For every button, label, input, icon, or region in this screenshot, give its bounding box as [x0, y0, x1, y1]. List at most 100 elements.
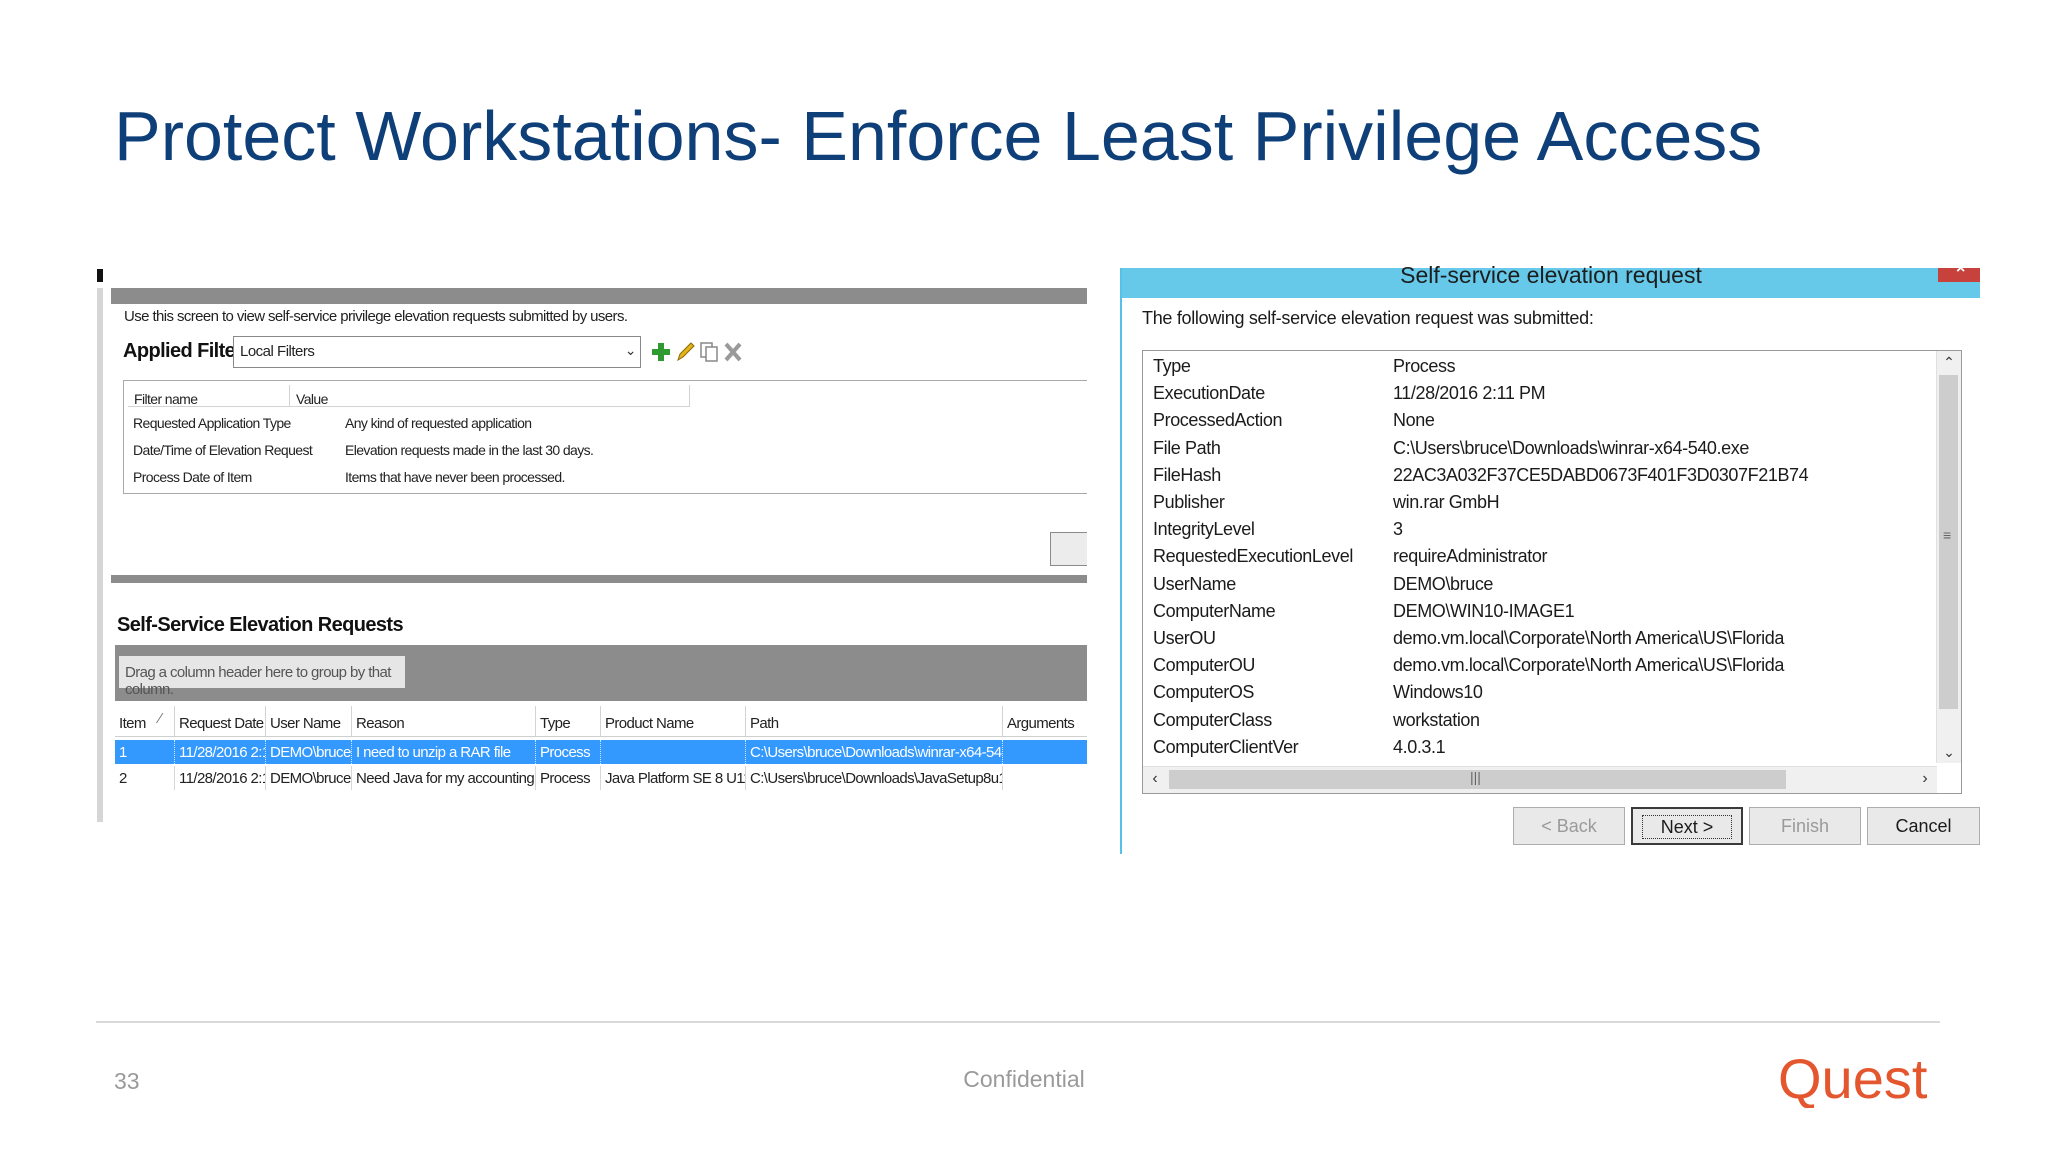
scroll-down-icon[interactable]: ⌄ [1937, 741, 1961, 763]
cell-arguments [1003, 766, 1087, 790]
property-key: UserName [1153, 573, 1236, 594]
property-value: C:\Users\bruce\Downloads\winrar-x64-540.… [1393, 437, 1749, 458]
filter-name-cell: Process Date of Item [133, 469, 252, 485]
next-button[interactable]: Next > [1631, 807, 1743, 845]
filter-value-cell: Elevation requests made in the last 30 d… [345, 442, 594, 458]
edit-icon[interactable] [674, 340, 696, 364]
column-header-path[interactable]: Path [746, 706, 1003, 736]
screen-instruction: Use this screen to view self-service pri… [124, 308, 628, 325]
confidential-label: Confidential [963, 1066, 1085, 1092]
table-row[interactable]: 1 11/28/2016 2:11 PM DEMO\bruce I need t… [115, 740, 1087, 764]
property-key: Type [1153, 356, 1191, 376]
property-key: ComputerClass [1153, 709, 1272, 730]
vertical-scrollbar[interactable]: ⌃ ≡ ⌄ [1936, 351, 1961, 763]
property-value: requireAdministrator [1393, 546, 1548, 567]
property-key: RequestedExecutionLevel [1153, 546, 1353, 567]
property-value: demo.vm.local\Corporate\North America\US… [1393, 655, 1784, 676]
cell-product-name [601, 740, 746, 764]
filters-table: Filter name Value Requested Application … [123, 380, 1087, 494]
add-icon[interactable] [650, 340, 672, 364]
elevation-request-dialog: Self-service elevation request × The fol… [1120, 260, 1980, 854]
back-button[interactable]: < Back [1513, 807, 1625, 845]
filter-select[interactable]: Local Filters ⌄ [233, 336, 641, 368]
section-divider [111, 575, 1087, 583]
close-button[interactable]: × [1938, 260, 1980, 282]
property-value: Windows10 [1393, 682, 1483, 703]
cell-user-name: DEMO\bruce [266, 740, 352, 764]
property-key: IntegrityLevel [1153, 519, 1255, 540]
logo-text: Quest [1778, 1048, 1928, 1108]
chevron-down-icon: ⌄ [624, 342, 637, 358]
dialog-titlebar[interactable]: Self-service elevation request × [1122, 260, 1980, 298]
property-key: ProcessedAction [1153, 410, 1283, 431]
cell-type: Process [536, 766, 601, 790]
property-value: 4.0.3.1 [1393, 736, 1446, 757]
cell-reason: Need Java for my accounting app [352, 766, 536, 790]
property-key: File Path [1153, 437, 1221, 458]
grip-icon: ≡ [1943, 527, 1952, 543]
property-value: DEMO\bruce [1393, 573, 1494, 594]
column-header-user-name[interactable]: User Name [266, 706, 352, 736]
cell-product-name: Java Platform SE 8 U111 [601, 766, 746, 790]
filter-name-cell: Date/Time of Elevation Request [133, 442, 313, 458]
quest-logo: Quest [1778, 1048, 1928, 1108]
cell-arguments [1003, 740, 1087, 764]
filter-select-value: Local Filters [240, 343, 315, 360]
grip-icon: ||| [1470, 769, 1481, 785]
copy-icon[interactable] [698, 340, 720, 364]
close-icon: × [1956, 260, 1966, 277]
request-properties-list: Type Process ExecutionDate 11/28/2016 2:11 … [1142, 350, 1962, 794]
column-header-product-name[interactable]: Product Name [601, 706, 746, 736]
filter-value-cell: Items that have never been processed. [345, 469, 565, 485]
cell-path: C:\Users\bruce\Downloads\winrar-x64-540.… [746, 740, 1003, 764]
filter-value-cell: Any kind of requested application [345, 415, 532, 431]
property-key: FileHash [1153, 464, 1221, 485]
column-header-arguments[interactable]: Arguments [1003, 706, 1087, 736]
filter-name-header[interactable]: Filter name [128, 385, 290, 407]
property-value: 22AC3A032F37CE5DABD0673F401F3D0307F21B74 [1393, 464, 1809, 485]
scroll-right-icon[interactable]: › [1913, 767, 1937, 793]
column-header-reason[interactable]: Reason [352, 706, 536, 736]
property-value: Process [1393, 356, 1456, 376]
column-header-type[interactable]: Type [536, 706, 601, 736]
elevation-requests-screen: Use this screen to view self-service pri… [97, 268, 1087, 822]
cancel-button[interactable]: Cancel [1867, 807, 1980, 845]
property-value: DEMO\WIN10-IMAGE1 [1393, 600, 1575, 621]
dialog-title: Self-service elevation request [1400, 262, 1702, 288]
header-bar [111, 288, 1087, 304]
property-key: UserOU [1153, 628, 1216, 648]
scroll-left-icon[interactable]: ‹ [1143, 767, 1167, 793]
requests-section-title: Self-Service Elevation Requests [117, 614, 404, 636]
filter-value-header[interactable]: Value [290, 385, 690, 407]
table-row[interactable]: 2 11/28/2016 2:17 PM DEMO\bruce Need Jav… [115, 766, 1087, 790]
group-by-hint[interactable]: Drag a column header here to group by th… [119, 656, 405, 698]
column-header-item[interactable]: Item ⁄ [115, 706, 175, 736]
delete-icon[interactable] [722, 340, 744, 364]
footer-divider [96, 1021, 1940, 1023]
property-value: demo.vm.local\Corporate\North America\US… [1393, 628, 1784, 648]
scroll-up-icon[interactable]: ⌃ [1937, 351, 1961, 373]
property-value: None [1393, 410, 1435, 431]
property-key: Publisher [1153, 492, 1225, 512]
property-value: 3 [1393, 519, 1403, 540]
filter-action-button[interactable] [1050, 532, 1087, 566]
property-key: ComputerOU [1153, 655, 1256, 676]
finish-button[interactable]: Finish [1749, 807, 1861, 845]
cell-request-date: 11/28/2016 2:17 PM [175, 766, 266, 790]
property-value: workstation [1393, 709, 1480, 730]
horizontal-scrollbar[interactable]: ‹ ||| › [1143, 766, 1937, 793]
cell-path: C:\Users\bruce\Downloads\JavaSetup8u111.… [746, 766, 1003, 790]
property-key: ComputerName [1153, 600, 1276, 621]
cell-reason: I need to unzip a RAR file [352, 740, 536, 764]
window-edge-mark [97, 269, 103, 282]
cell-user-name: DEMO\bruce [266, 766, 352, 790]
property-key: ComputerClientVer [1153, 736, 1299, 757]
property-value: win.rar GmbH [1393, 492, 1500, 512]
slide-title: Protect Workstations- Enforce Least Priv… [114, 97, 1763, 175]
cell-item: 1 [115, 740, 175, 764]
cell-request-date: 11/28/2016 2:11 PM [175, 740, 266, 764]
column-header-request-date[interactable]: Request Date [175, 706, 266, 736]
property-value: 11/28/2016 2:11 PM [1393, 383, 1546, 404]
cell-item: 2 [115, 766, 175, 790]
property-key: ExecutionDate [1153, 383, 1265, 404]
